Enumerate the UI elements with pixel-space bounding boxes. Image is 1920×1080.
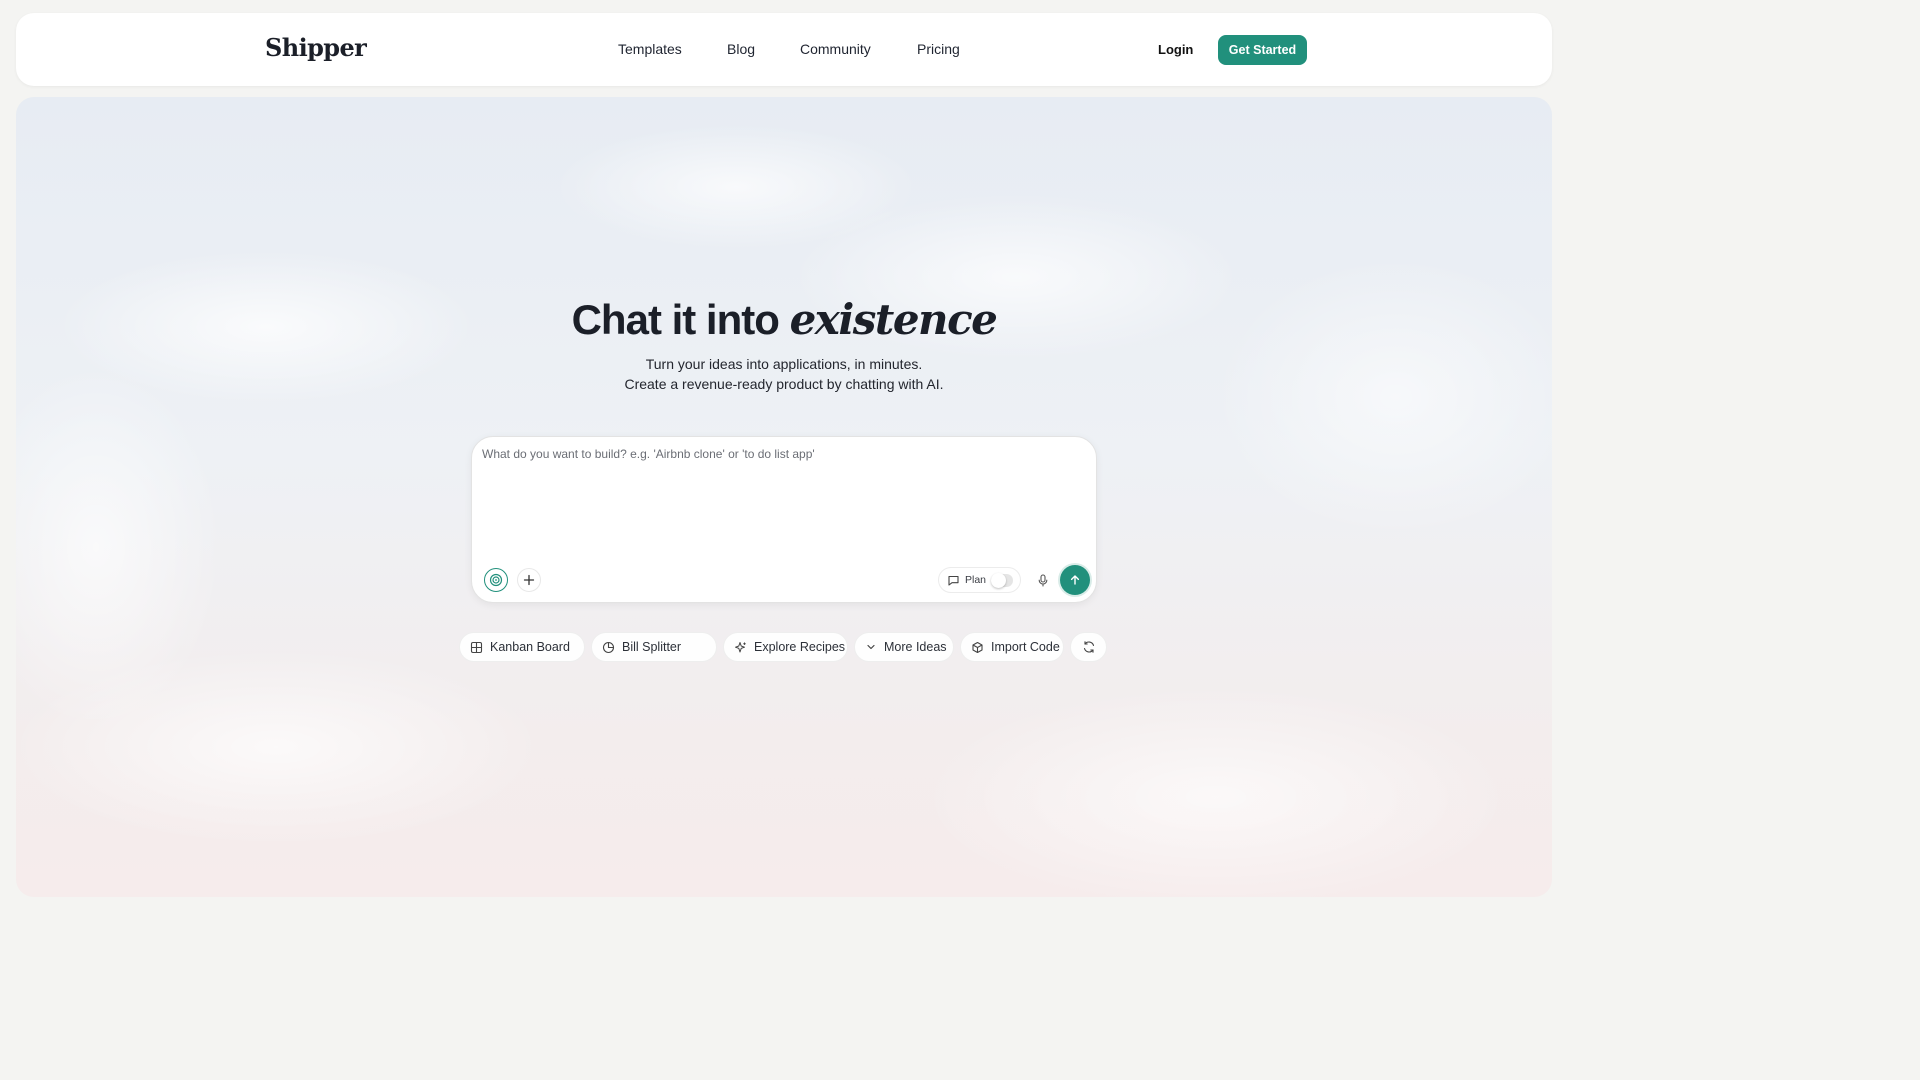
chip-import-code[interactable]: Import Code: [960, 632, 1064, 662]
send-button[interactable]: [1060, 565, 1090, 595]
top-navbar: Shipper Templates Blog Community Pricing…: [16, 13, 1552, 86]
chip-kanban-board[interactable]: Kanban Board: [459, 632, 585, 662]
add-attachment-button[interactable]: [517, 568, 541, 592]
plan-label: Plan: [965, 574, 987, 586]
plus-icon: [523, 574, 535, 586]
sparkle-icon: [735, 641, 746, 652]
plan-toggle[interactable]: Plan: [938, 567, 1021, 593]
chip-more-ideas[interactable]: More Ideas: [854, 632, 954, 662]
chip-bill-splitter[interactable]: Bill Splitter: [591, 632, 717, 662]
chip-label: Kanban Board: [490, 640, 570, 654]
get-started-button[interactable]: Get Started: [1218, 35, 1307, 65]
chip-label: Bill Splitter: [622, 640, 682, 654]
prompt-box: Plan: [471, 436, 1097, 603]
refresh-suggestions-button[interactable]: [1070, 632, 1107, 662]
voice-input-button[interactable]: [1031, 568, 1055, 592]
pie-chart-icon: [602, 641, 615, 653]
hero-title-italic: existence: [789, 295, 998, 344]
nav-link-community[interactable]: Community: [800, 41, 871, 57]
chevron-down-icon: [867, 644, 875, 650]
plan-switch[interactable]: [991, 573, 1013, 588]
arrow-up-icon: [1070, 575, 1080, 585]
nav-link-templates[interactable]: Templates: [618, 41, 682, 57]
cube-icon: [972, 641, 983, 653]
chip-label: More Ideas: [884, 640, 947, 654]
prompt-input[interactable]: [482, 447, 1082, 547]
chip-label: Explore Recipes: [754, 640, 846, 654]
hero-subtitle-line2: Create a revenue-ready product by chatti…: [624, 376, 944, 392]
brand-logo[interactable]: Shipper: [265, 33, 367, 62]
login-link[interactable]: Login: [1158, 42, 1193, 57]
hero-subtitle-line1: Turn your ideas into applications, in mi…: [645, 356, 923, 372]
chip-label: Import Code: [991, 640, 1060, 654]
grid-icon: [470, 641, 483, 653]
refresh-icon: [1083, 641, 1095, 653]
nav-link-blog[interactable]: Blog: [727, 41, 755, 57]
hero-title-prefix: Chat it into: [571, 296, 780, 343]
microphone-icon: [1038, 573, 1048, 587]
hero-section: Chat it into existence Turn your ideas i…: [16, 97, 1552, 897]
hero-title: Chat it into existence: [16, 295, 1552, 344]
chip-explore-recipes[interactable]: Explore Recipes: [723, 632, 848, 662]
target-button[interactable]: [484, 568, 508, 592]
plan-switch-knob: [991, 573, 1006, 588]
target-icon: [489, 573, 503, 587]
nav-link-pricing[interactable]: Pricing: [917, 41, 960, 57]
chat-icon: [948, 575, 959, 586]
